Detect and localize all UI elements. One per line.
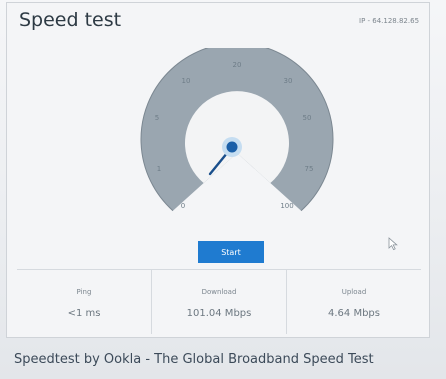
gauge-tick-10: 10 <box>182 77 191 85</box>
speedtest-panel: Speed test IP - 64.128.82.65 0 1 5 10 20… <box>6 2 430 338</box>
gauge-tick-0: 0 <box>181 202 185 210</box>
start-button[interactable]: Start <box>198 241 264 263</box>
results-row: Ping <1 ms Download 101.04 Mbps Upload 4… <box>17 269 421 334</box>
page-title: Speed test <box>19 9 122 31</box>
gauge-tick-20: 20 <box>233 61 242 69</box>
ping-stat: Ping <1 ms <box>17 270 151 334</box>
ping-value: <1 ms <box>67 308 101 319</box>
speed-gauge: 0 1 5 10 20 30 50 75 100 <box>140 48 334 212</box>
ip-address: IP - 64.128.82.65 <box>359 17 420 25</box>
gauge-tick-1: 1 <box>157 165 161 173</box>
gauge-tick-5: 5 <box>155 114 159 122</box>
screen: Speed test IP - 64.128.82.65 0 1 5 10 20… <box>0 0 446 379</box>
mouse-cursor-icon <box>388 237 398 251</box>
gauge-tick-100: 100 <box>280 202 293 210</box>
gauge-tick-50: 50 <box>303 114 312 122</box>
gauge-tick-75: 75 <box>305 165 314 173</box>
upload-stat: Upload 4.64 Mbps <box>286 270 421 334</box>
download-label: Download <box>201 288 237 296</box>
ping-label: Ping <box>76 288 92 296</box>
upload-value: 4.64 Mbps <box>328 308 380 319</box>
download-value: 101.04 Mbps <box>186 308 252 319</box>
upload-label: Upload <box>341 288 367 296</box>
gauge-tick-30: 30 <box>284 77 293 85</box>
gauge-hub <box>226 141 238 153</box>
download-stat: Download 101.04 Mbps <box>151 270 286 334</box>
page-footer-title: Speedtest by Ookla - The Global Broadban… <box>14 352 374 367</box>
